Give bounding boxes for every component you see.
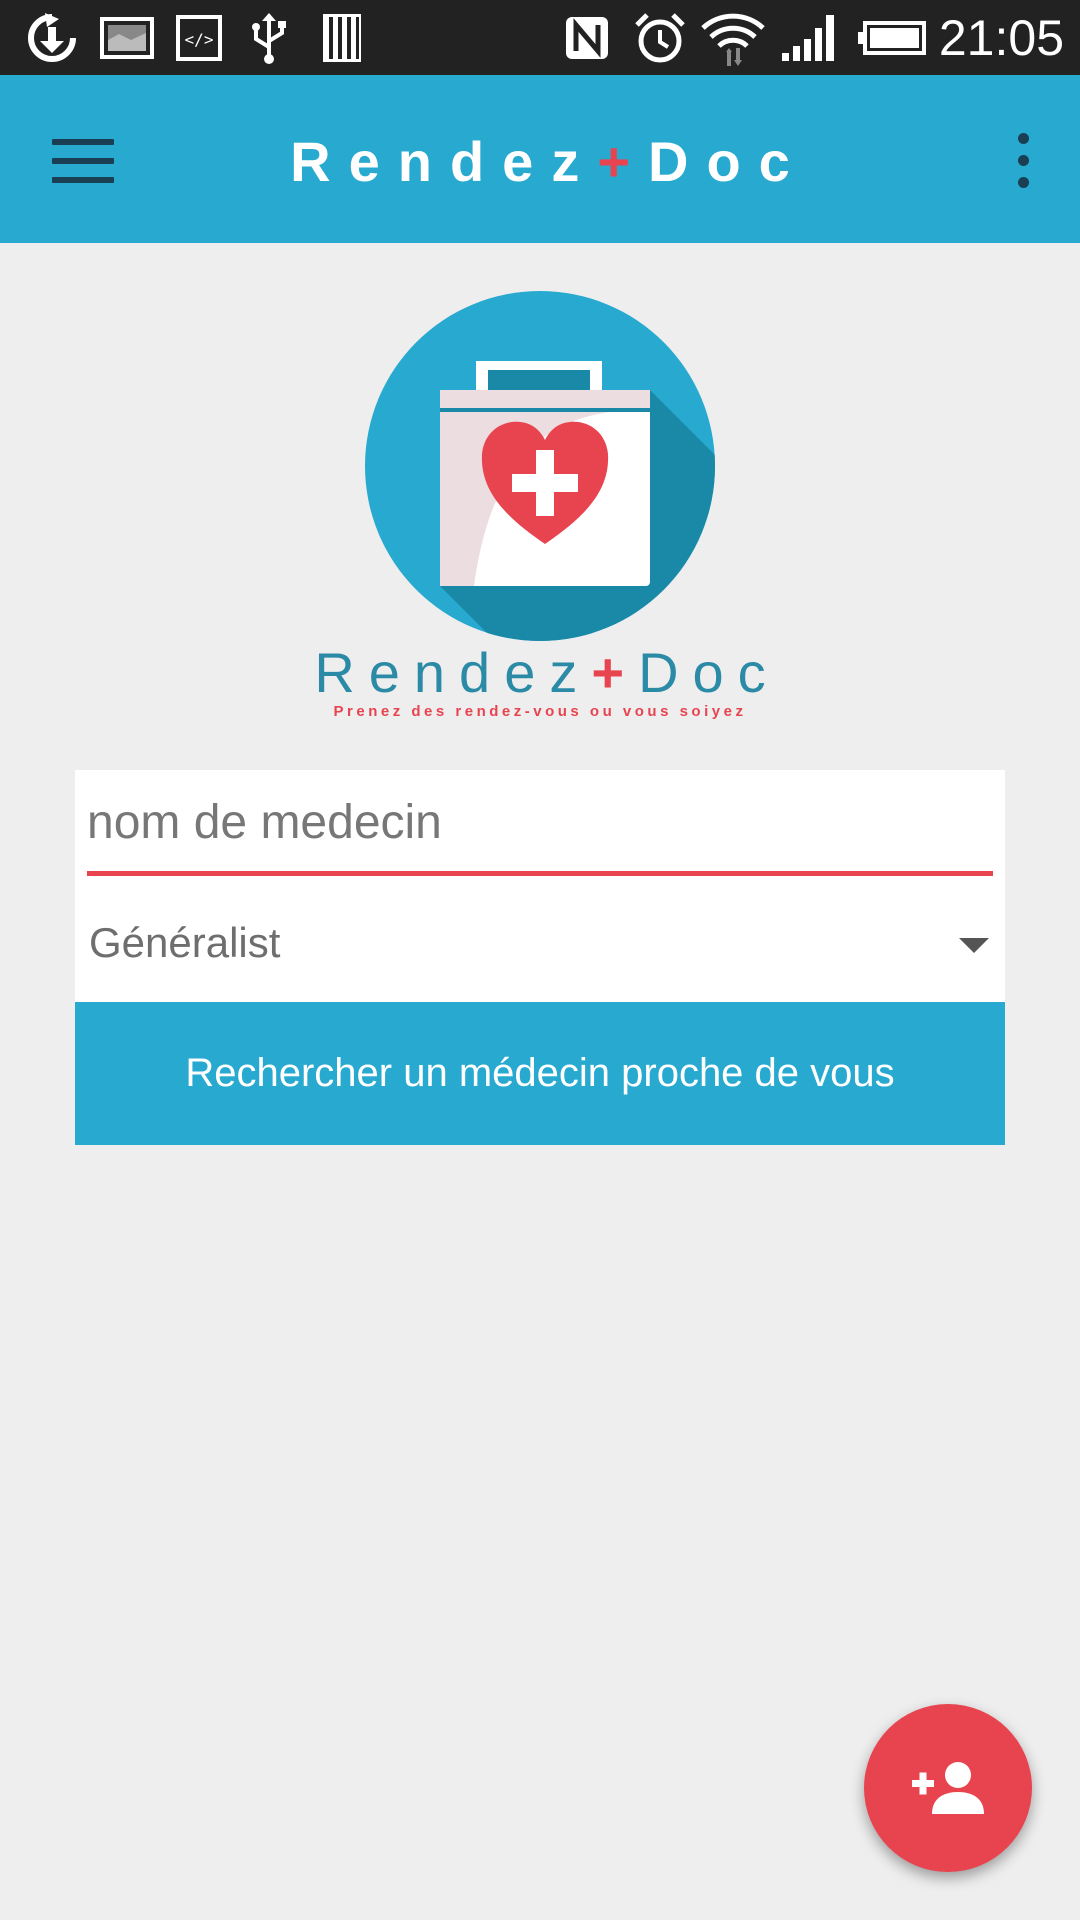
sd-card-icon: [318, 10, 366, 66]
app-title-right: Doc: [648, 130, 808, 193]
dropdown-arrow-icon: [959, 938, 989, 953]
brand-name-right: Doc: [638, 641, 780, 704]
image-icon: [98, 10, 156, 66]
status-bar: </> 21:05: [0, 0, 1080, 75]
signal-icon: [780, 10, 840, 66]
code-icon: </>: [172, 10, 226, 66]
brand-name-plus: +: [591, 641, 639, 704]
doctor-name-input[interactable]: [87, 788, 993, 856]
battery-icon: [858, 10, 926, 66]
specialty-dropdown[interactable]: Généralist: [75, 885, 1005, 1002]
brand-tagline: Prenez des rendez-vous ou vous soiyez: [333, 703, 747, 720]
search-doctor-button[interactable]: Rechercher un médecin proche de vous: [75, 1002, 1005, 1145]
search-card: Généralist Rechercher un médecin proche …: [75, 770, 1005, 1145]
app-title: Rendez+Doc: [0, 129, 1080, 194]
sync-download-icon: [22, 10, 82, 66]
input-underline: [87, 871, 993, 876]
more-vert-icon[interactable]: [1008, 133, 1038, 189]
app-title-plus: +: [597, 130, 649, 193]
status-time: 21:05: [938, 10, 1064, 66]
brand-name: Rendez+Doc: [0, 640, 1080, 705]
specialty-selected-value: Généralist: [89, 919, 281, 966]
brand-name-left: Rendez: [314, 641, 592, 704]
wifi-icon: [700, 10, 766, 66]
medical-kit-heart-icon: [364, 290, 716, 642]
svg-text:</>: </>: [185, 30, 214, 49]
app-bar: Rendez+Doc: [0, 75, 1080, 243]
usb-icon: [244, 10, 294, 66]
add-person-icon: [912, 1762, 984, 1814]
alarm-icon: [632, 10, 688, 66]
app-title-left: Rendez: [290, 130, 598, 193]
add-person-fab[interactable]: [864, 1704, 1032, 1872]
nfc-icon: [562, 10, 612, 66]
